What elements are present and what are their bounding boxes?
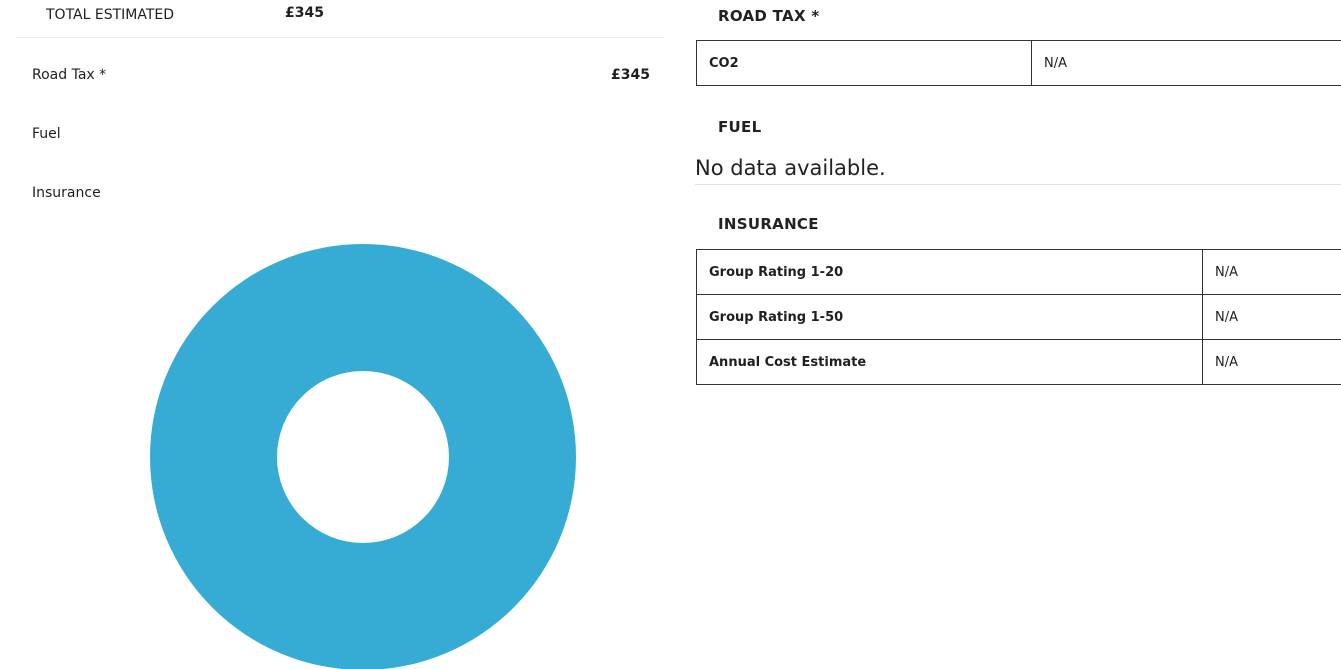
group-rating-1-50-key: Group Rating 1-50	[696, 294, 1203, 340]
insurance-label: Insurance	[32, 185, 101, 201]
group-rating-1-50-value: N/A	[1202, 294, 1341, 340]
group-rating-1-20-value: N/A	[1202, 249, 1341, 295]
total-estimated-label: TOTAL ESTIMATED	[46, 7, 175, 23]
fuel-label: Fuel	[32, 126, 61, 142]
co2-key: CO2	[696, 40, 1032, 86]
road-tax-heading: ROAD TAX *	[718, 7, 820, 25]
summary-divider	[16, 37, 664, 38]
fuel-no-data-message: No data available.	[695, 156, 1341, 185]
cost-donut-chart	[150, 244, 576, 669]
fuel-heading: FUEL	[718, 118, 762, 136]
co2-value: N/A	[1031, 40, 1341, 86]
insurance-heading: INSURANCE	[718, 215, 819, 233]
table-row: Group Rating 1-50 N/A	[696, 294, 1341, 340]
road-tax-table: CO2 N/A	[696, 40, 1341, 86]
table-row: CO2 N/A	[696, 40, 1341, 86]
insurance-table: Group Rating 1-20 N/A Group Rating 1-50 …	[696, 249, 1341, 385]
donut-slice-road-tax	[150, 244, 576, 669]
road-tax-label: Road Tax *	[32, 67, 107, 83]
annual-cost-estimate-key: Annual Cost Estimate	[696, 339, 1203, 385]
group-rating-1-20-key: Group Rating 1-20	[696, 249, 1203, 295]
total-estimated-value: £345	[285, 5, 324, 21]
table-row: Annual Cost Estimate N/A	[696, 339, 1341, 385]
table-row: Group Rating 1-20 N/A	[696, 249, 1341, 295]
road-tax-value: £345	[611, 67, 650, 83]
annual-cost-estimate-value: N/A	[1202, 339, 1341, 385]
